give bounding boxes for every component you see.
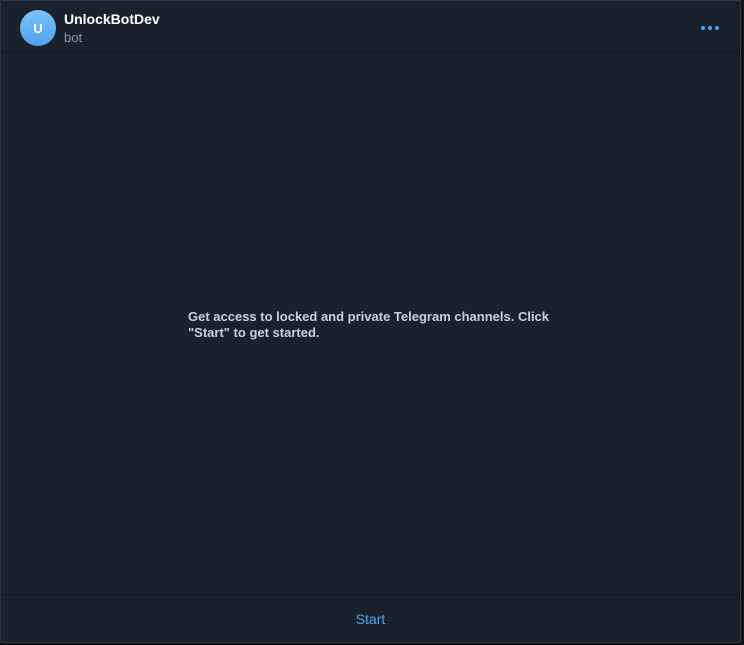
avatar[interactable]: U xyxy=(20,10,56,46)
start-button[interactable]: Start xyxy=(342,605,400,633)
more-options-button[interactable] xyxy=(698,19,722,37)
chat-window: U UnlockBotDev bot Get access to locked … xyxy=(0,0,741,643)
chat-footer: Start xyxy=(1,594,740,642)
message-area: Get access to locked and private Telegra… xyxy=(1,52,740,594)
chat-title[interactable]: UnlockBotDev xyxy=(64,11,160,27)
chat-header: U UnlockBotDev bot xyxy=(1,1,740,52)
more-horizontal-icon xyxy=(701,26,719,30)
bot-description: Get access to locked and private Telegra… xyxy=(188,309,550,340)
avatar-initial: U xyxy=(33,20,43,36)
chat-subtitle: bot xyxy=(64,30,83,45)
